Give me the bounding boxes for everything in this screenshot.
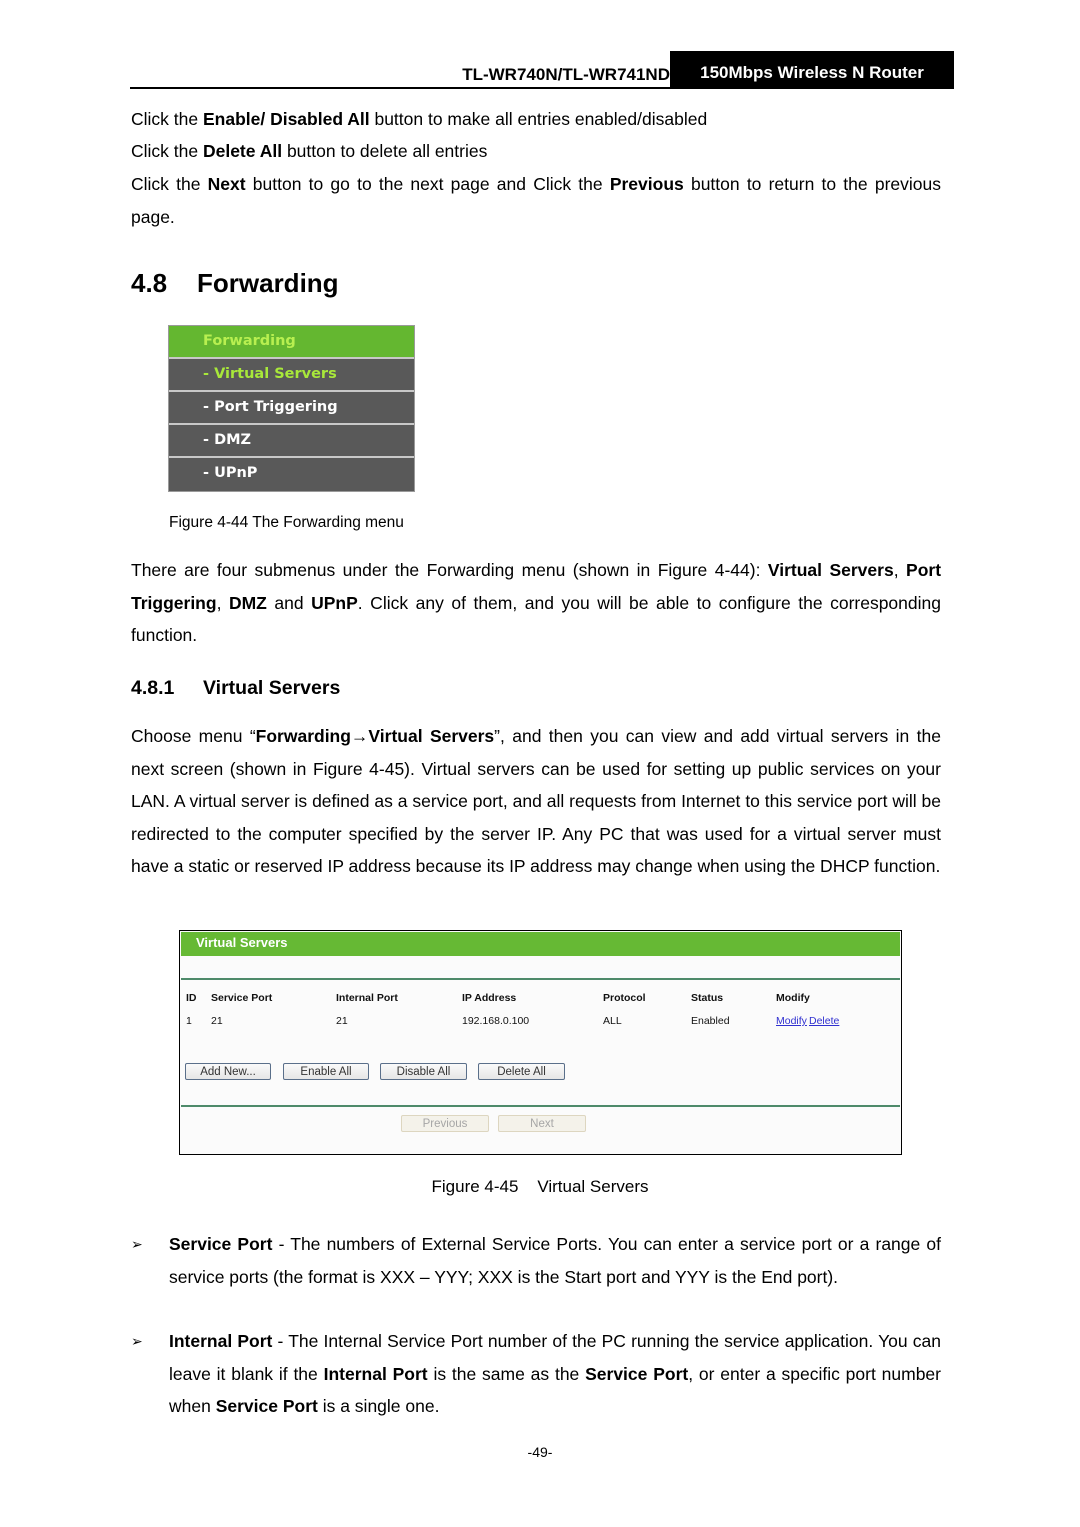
figure-caption-4-44: Figure 4-44 The Forwarding menu [169,514,404,531]
cell-status: Enabled [691,1015,730,1027]
menu-item-port-triggering[interactable]: - Port Triggering [169,392,414,425]
menu-item-upnp[interactable]: - UPnP [169,458,414,491]
cell-internal-port: 21 [336,1015,348,1027]
submenus-paragraph: There are four submenus under the Forwar… [131,560,942,645]
cell-ip-address: 192.168.0.100 [462,1015,530,1027]
cell-protocol: ALL [603,1015,622,1027]
intro-line-3: Click the Next button to go to the next … [131,174,941,227]
bullet-arrow-icon: ➢ [131,1333,143,1349]
intro-line-1: Click the Enable/ Disabled All button to… [131,109,708,129]
menu-item-virtual-servers[interactable]: - Virtual Servers [169,359,414,392]
enable-all-button[interactable]: Enable All [283,1063,369,1080]
section-number: 4.8 [131,268,168,298]
column-header-service-port: Service Port [211,992,273,1004]
modify-link[interactable]: Modify [776,1015,807,1027]
forwarding-menu: Forwarding - Virtual Servers - Port Trig… [168,325,415,492]
divider [181,1105,900,1107]
column-header-ip-address: IP Address [462,992,517,1004]
header-model: TL-WR740N/TL-WR741ND [462,65,670,84]
section-title: Forwarding [197,268,339,298]
column-header-id: ID [186,992,197,1004]
panel-title: Virtual Servers [181,932,900,956]
page-header: TL-WR740N/TL-WR741ND 150Mbps Wireless N … [130,51,954,89]
section-heading: 4.8 Forwarding [131,268,339,299]
subsection-number: 4.8.1 [131,677,175,699]
virtual-servers-paragraph: Choose menu “Forwarding→Virtual Servers”… [131,726,941,876]
intro-line-2: Click the Delete All button to delete al… [131,141,488,161]
menu-item-forwarding[interactable]: Forwarding [169,326,414,359]
next-button[interactable]: Next [498,1115,586,1132]
cell-service-port: 21 [211,1015,223,1027]
figure-caption-4-45: Figure 4-45 Virtual Servers [431,1177,649,1196]
divider [181,978,900,980]
add-new-button[interactable]: Add New... [185,1063,271,1080]
delete-all-button[interactable]: Delete All [478,1063,565,1080]
bullet-arrow-icon: ➢ [131,1236,143,1252]
virtual-servers-panel: Virtual Servers ID Service Port Internal… [179,930,902,1155]
page-number: -49- [527,1444,553,1460]
previous-button[interactable]: Previous [401,1115,489,1132]
bullet-internal-port: Internal Port - The Internal Service Por… [169,1331,941,1416]
column-header-internal-port: Internal Port [336,992,398,1004]
delete-link[interactable]: Delete [809,1015,839,1027]
menu-item-dmz[interactable]: - DMZ [169,425,414,458]
disable-all-button[interactable]: Disable All [380,1063,467,1080]
header-product: 150Mbps Wireless N Router [670,51,954,87]
subsection-title: Virtual Servers [203,677,341,699]
column-header-status: Status [691,992,724,1004]
cell-id: 1 [186,1015,192,1027]
subsection-heading: 4.8.1 Virtual Servers [131,677,340,700]
bullet-service-port: Service Port - The numbers of External S… [169,1234,941,1287]
column-header-modify: Modify [776,992,810,1004]
column-header-protocol: Protocol [603,992,646,1004]
